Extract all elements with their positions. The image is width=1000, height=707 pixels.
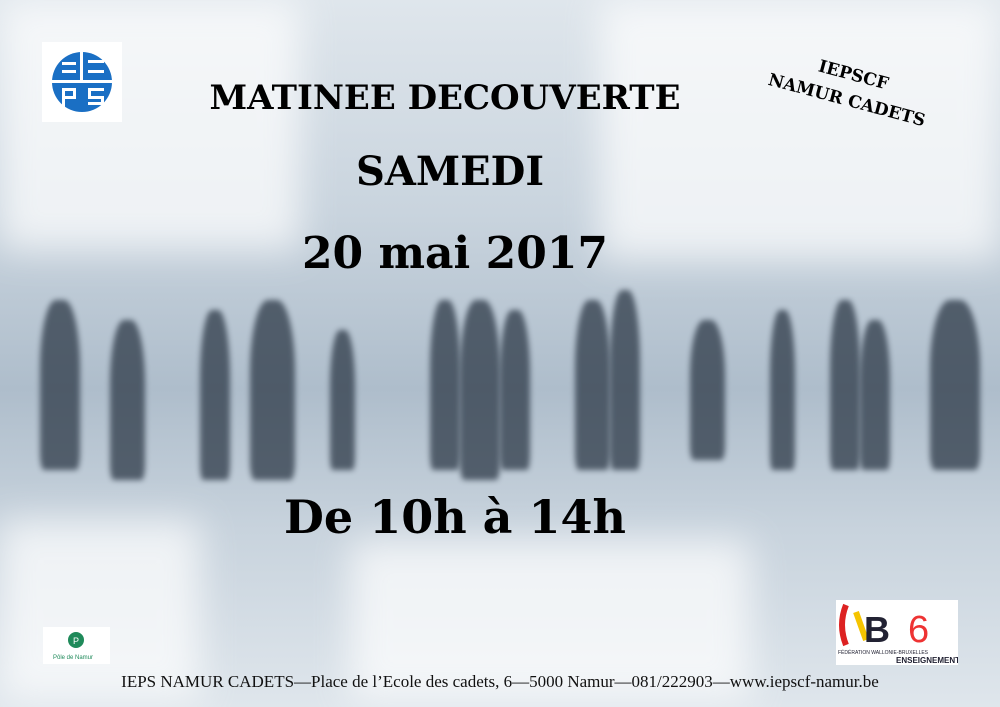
fwb-logo: B 6 FÉDÉRATION WALLONIE-BRUXELLES ENSEIG…	[836, 600, 960, 665]
person-silhouette	[770, 310, 795, 470]
pole-namur-text: Pôle de Namur	[53, 655, 93, 661]
person-silhouette	[575, 300, 610, 470]
person-silhouette	[930, 300, 980, 470]
person-silhouette	[330, 330, 355, 470]
svg-text:B: B	[864, 609, 890, 650]
footer-address: IEPS NAMUR CADETS—Place de l’Ecole des c…	[121, 672, 879, 691]
person-silhouette	[690, 320, 725, 460]
light-haze	[0, 0, 300, 250]
person-silhouette	[40, 300, 80, 470]
person-silhouette	[460, 300, 500, 480]
event-hours: De 10h à 14h	[284, 490, 626, 544]
person-silhouette	[110, 320, 145, 480]
person-silhouette	[830, 300, 860, 470]
person-silhouette	[860, 320, 890, 470]
person-silhouette	[500, 310, 530, 470]
svg-text:6: 6	[908, 609, 929, 651]
person-silhouette	[200, 310, 230, 480]
svg-text:P: P	[73, 636, 79, 646]
pole-namur-logo: P Pôle de Namur	[43, 627, 110, 664]
event-date: 20 mai 2017	[301, 228, 609, 279]
person-silhouette	[430, 300, 460, 470]
person-silhouette	[610, 290, 640, 470]
event-day: SAMEDI	[355, 148, 545, 195]
fwb-text-1: FÉDÉRATION WALLONIE-BRUXELLES	[838, 649, 929, 656]
fwb-text-2: ENSEIGNEMENT	[896, 656, 958, 665]
person-silhouette	[250, 300, 295, 480]
